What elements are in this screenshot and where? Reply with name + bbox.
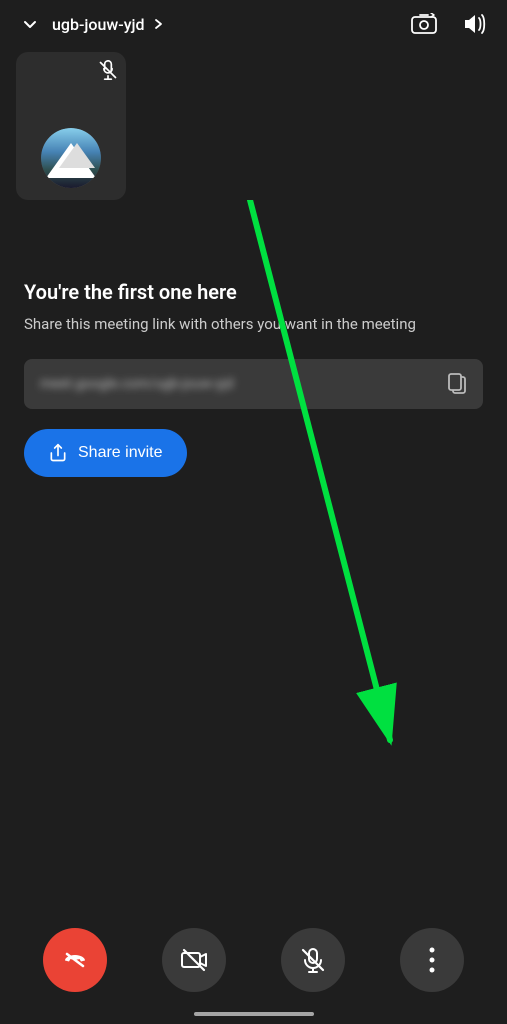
- camera-off-icon: [180, 946, 208, 974]
- meeting-link-box: meet.google.com/ugb-jouw-yjd: [24, 359, 483, 409]
- avatar-image: [41, 128, 101, 188]
- self-video-tile: [16, 52, 126, 200]
- forward-arrow-icon: [151, 17, 165, 31]
- camera-off-button[interactable]: [162, 928, 226, 992]
- share-invite-label: Share invite: [78, 444, 163, 462]
- mute-overlay: [98, 60, 118, 80]
- share-icon: [48, 443, 68, 463]
- more-options-icon: [429, 947, 435, 973]
- meeting-code: ugb-jouw-yjd: [52, 15, 165, 34]
- mic-off-button[interactable]: [281, 928, 345, 992]
- meeting-link-text: meet.google.com/ugb-jouw-yjd: [40, 376, 437, 392]
- home-indicator: [194, 1012, 314, 1016]
- main-content: You're the first one here Share this mee…: [0, 280, 507, 477]
- first-one-title: You're the first one here: [24, 280, 483, 304]
- avatar: [41, 128, 101, 188]
- share-invite-button[interactable]: Share invite: [24, 429, 187, 477]
- status-bar-left: ugb-jouw-yjd: [16, 10, 165, 38]
- end-call-icon: [61, 946, 89, 974]
- bottom-controls: [0, 928, 507, 992]
- copy-link-button[interactable]: [437, 373, 467, 395]
- camera-flip-button[interactable]: [407, 9, 441, 39]
- mic-slash-icon: [98, 60, 118, 80]
- copy-icon: [447, 373, 467, 395]
- chevron-down-icon: [20, 14, 40, 34]
- volume-button[interactable]: [457, 9, 491, 39]
- volume-icon: [461, 13, 487, 35]
- status-bar-right: [407, 9, 491, 39]
- mic-off-icon: [299, 946, 327, 974]
- share-description: Share this meeting link with others you …: [24, 314, 483, 335]
- camera-flip-icon: [411, 13, 437, 35]
- more-options-button[interactable]: [400, 928, 464, 992]
- chevron-down-button[interactable]: [16, 10, 44, 38]
- status-bar: ugb-jouw-yjd: [0, 0, 507, 44]
- end-call-button[interactable]: [43, 928, 107, 992]
- meeting-code-text: ugb-jouw-yjd: [52, 15, 145, 34]
